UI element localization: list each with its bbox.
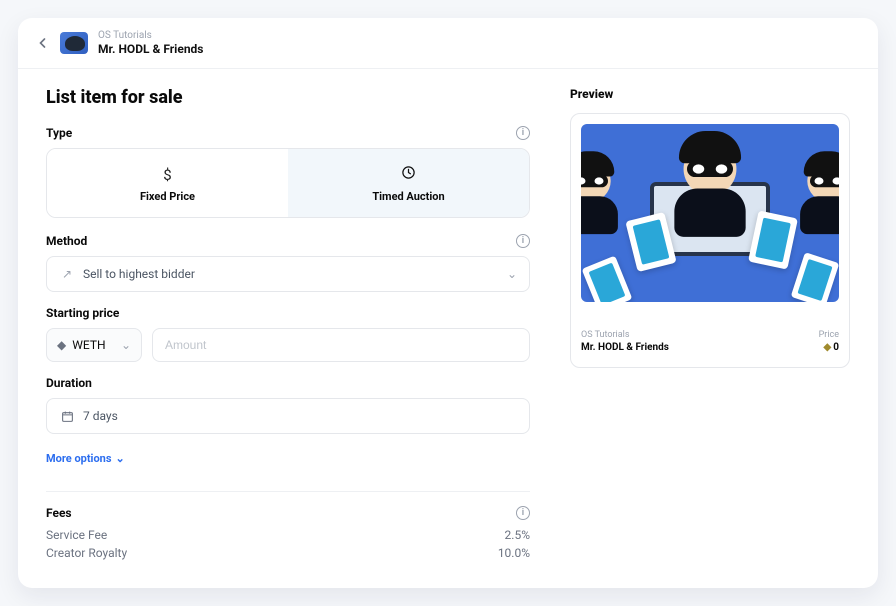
chevron-down-icon: ⌄ [121,338,131,352]
chevron-down-icon: ⌄ [507,267,517,281]
preview-name-col: OS Tutorials Mr. HODL & Friends [581,330,669,353]
ethereum-icon: ◆ [57,338,66,352]
duration-label-row: Duration [46,376,530,390]
fees-label: Fees [46,506,72,520]
ethereum-icon: ◆ [824,342,832,353]
fee-row-service: Service Fee 2.5% [46,528,530,542]
fee-row-royalty: Creator Royalty 10.0% [46,546,530,560]
preview-price-col: Price ◆0 [819,330,839,353]
chevron-down-icon: ⌄ [116,452,125,465]
calendar-icon [59,410,75,423]
info-icon[interactable]: i [516,506,530,520]
listing-form: List item for sale Type i $ Fixed Price … [46,87,530,564]
amount-input[interactable] [152,328,530,362]
fee-name: Creator Royalty [46,546,127,560]
dollar-icon: $ [163,166,171,184]
type-label-row: Type i [46,126,530,140]
preview-meta: OS Tutorials Mr. HODL & Friends Price ◆0 [581,330,839,353]
method-select[interactable]: ↗ Sell to highest bidder ⌄ [46,256,530,292]
arrow-up-right-icon: ↗ [59,267,75,281]
currency-select[interactable]: ◆ WETH ⌄ [46,328,142,362]
type-option-fixed-price[interactable]: $ Fixed Price [47,149,288,217]
method-value: Sell to highest bidder [83,267,499,281]
item-name: Mr. HODL & Friends [98,42,203,56]
chevron-left-icon [38,38,48,48]
info-icon[interactable]: i [516,234,530,248]
price-row: ◆ WETH ⌄ [46,328,530,362]
divider [46,491,530,492]
duration-value: 7 days [83,409,517,423]
preview-card: OS Tutorials Mr. HODL & Friends Price ◆0 [570,113,850,368]
type-option-label: Timed Auction [372,190,444,203]
preview-price-label: Price [819,330,839,340]
more-options-toggle[interactable]: More options ⌄ [46,452,125,465]
more-options-label: More options [46,452,112,465]
price-label-row: Starting price [46,306,530,320]
duration-label: Duration [46,376,92,390]
fee-value: 10.0% [498,546,530,560]
starting-price-label: Starting price [46,306,119,320]
collection-name: OS Tutorials [98,30,203,42]
info-icon[interactable]: i [516,126,530,140]
back-button[interactable] [36,36,50,50]
item-thumbnail [60,32,88,54]
clock-icon [401,165,416,184]
fee-value: 2.5% [505,528,530,542]
method-label: Method [46,234,87,248]
type-option-timed-auction[interactable]: Timed Auction [288,149,529,217]
preview-collection: OS Tutorials [581,330,669,340]
duration-select[interactable]: 7 days [46,398,530,434]
page-title: List item for sale [46,87,530,108]
type-option-label: Fixed Price [140,190,195,203]
type-label: Type [46,126,72,140]
fees-label-row: Fees i [46,506,530,520]
method-label-row: Method i [46,234,530,248]
fee-name: Service Fee [46,528,107,542]
page-header: OS Tutorials Mr. HODL & Friends [18,18,878,69]
header-text: OS Tutorials Mr. HODL & Friends [98,30,203,56]
preview-item-name: Mr. HODL & Friends [581,342,669,353]
listing-page: OS Tutorials Mr. HODL & Friends List ite… [18,18,878,588]
currency-value: WETH [72,338,105,352]
preview-price: ◆0 [819,342,839,353]
preview-label: Preview [570,87,850,101]
type-selector: $ Fixed Price Timed Auction [46,148,530,218]
preview-image [581,124,839,302]
preview-panel: Preview OS Tutorials Mr. HODL & Friends [570,87,850,564]
